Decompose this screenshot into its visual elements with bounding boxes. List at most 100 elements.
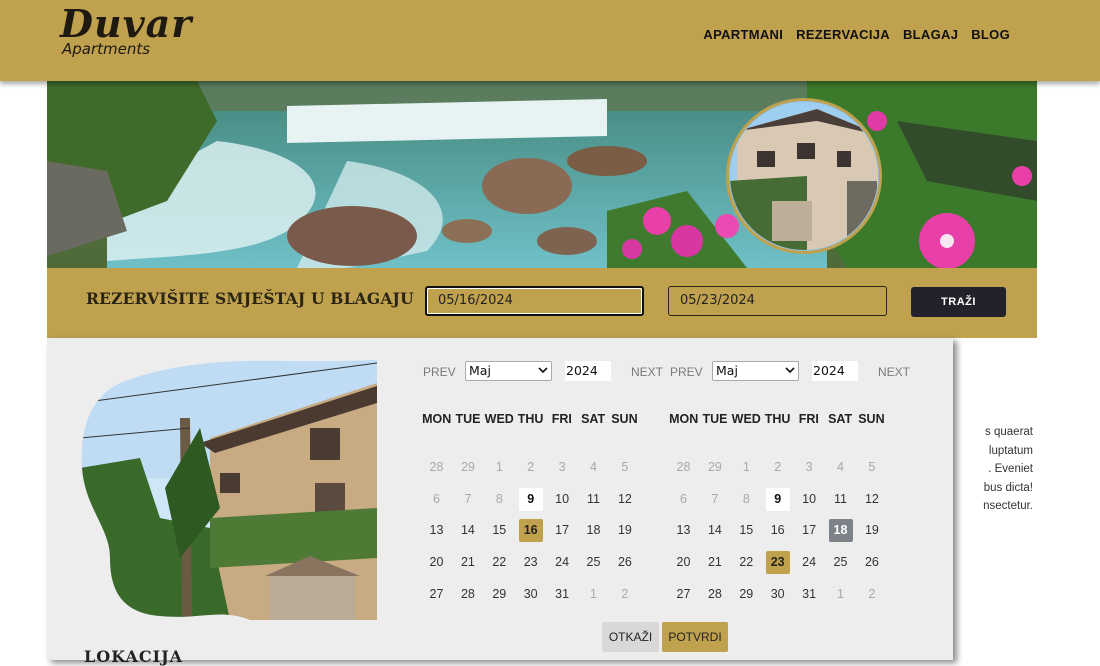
calendar-day[interactable]: 8 bbox=[734, 488, 758, 511]
calendar-day[interactable]: 3 bbox=[797, 456, 821, 479]
calendar-day[interactable]: 6 bbox=[425, 488, 449, 511]
check-out-date-input[interactable]: 05/23/2024 bbox=[668, 286, 887, 316]
calendar-day[interactable]: 17 bbox=[550, 519, 574, 542]
logo[interactable]: Duvar Apartments bbox=[60, 2, 192, 59]
calendar-day[interactable]: 11 bbox=[829, 488, 853, 511]
calendar-day[interactable]: 2 bbox=[766, 456, 790, 479]
nav-link-apartmani[interactable]: APARTMANI bbox=[703, 27, 783, 42]
calendar-day[interactable]: 28 bbox=[425, 456, 449, 479]
main-nav: APARTMANI REZERVACIJA BLAGAJ BLOG bbox=[703, 27, 1010, 42]
calendar-day[interactable]: 16 bbox=[766, 519, 790, 542]
weekday-label: MON bbox=[669, 412, 699, 426]
calendar-day[interactable]: 31 bbox=[797, 583, 821, 606]
calendar-day[interactable]: 8 bbox=[487, 488, 511, 511]
calendar-day[interactable]: 28 bbox=[456, 583, 480, 606]
weekday-header: MON TUE WED THU FRI SAT SUN bbox=[421, 412, 640, 426]
calendar-day[interactable]: 1 bbox=[582, 583, 606, 606]
confirm-button[interactable]: POTVRDI bbox=[662, 622, 728, 652]
calendar-day[interactable]: 2 bbox=[860, 583, 884, 606]
calendar-day[interactable]: 13 bbox=[425, 519, 449, 542]
calendar-day[interactable]: 13 bbox=[672, 519, 696, 542]
calendar-day[interactable]: 12 bbox=[860, 488, 884, 511]
calendar-day[interactable]: 20 bbox=[672, 551, 696, 574]
calendar-day[interactable]: 18 bbox=[582, 519, 606, 542]
nav-link-blog[interactable]: BLOG bbox=[971, 27, 1010, 42]
weekday-label: SAT bbox=[828, 412, 853, 426]
calendar-day[interactable]: 28 bbox=[672, 456, 696, 479]
calendar-day[interactable]: 15 bbox=[487, 519, 511, 542]
calendar-day[interactable]: 3 bbox=[550, 456, 574, 479]
calendar-day[interactable]: 19 bbox=[860, 519, 884, 542]
chevron-down-icon bbox=[538, 367, 548, 374]
calendar-day[interactable]: 11 bbox=[582, 488, 606, 511]
calendar-day[interactable]: 21 bbox=[703, 551, 727, 574]
month-select[interactable]: Maj bbox=[712, 361, 799, 381]
calendar-day[interactable]: 10 bbox=[550, 488, 574, 511]
calendar-day[interactable]: 7 bbox=[456, 488, 480, 511]
calendar-day[interactable]: 29 bbox=[456, 456, 480, 479]
calendar-day[interactable]: 9 bbox=[765, 487, 790, 511]
prev-month-button[interactable]: PREV bbox=[423, 365, 456, 379]
calendar-day[interactable]: 4 bbox=[582, 456, 606, 479]
calendar-day[interactable]: 1 bbox=[487, 456, 511, 479]
prev-month-button[interactable]: PREV bbox=[670, 365, 703, 379]
calendar-day[interactable]: 2 bbox=[519, 456, 543, 479]
calendar-day[interactable]: 23 bbox=[765, 551, 790, 575]
calendar-day[interactable]: 28 bbox=[703, 583, 727, 606]
cancel-button[interactable]: OTKAŽI bbox=[602, 622, 659, 652]
date-range-picker: PREV Maj 2024 NEXT MON TUE WED THU FRI SAT SUN… bbox=[47, 338, 953, 666]
calendar-day[interactable]: 22 bbox=[734, 551, 758, 574]
calendar-day[interactable]: 19 bbox=[613, 519, 637, 542]
year-input[interactable]: 2024 bbox=[812, 361, 858, 381]
calendar-day[interactable]: 14 bbox=[456, 519, 480, 542]
calendar-day[interactable]: 1 bbox=[734, 456, 758, 479]
chevron-down-icon bbox=[785, 367, 795, 374]
calendar-day[interactable]: 23 bbox=[519, 551, 543, 574]
calendar-day[interactable]: 16 bbox=[518, 519, 543, 543]
calendar-day[interactable]: 20 bbox=[425, 551, 449, 574]
calendar-day[interactable]: 21 bbox=[456, 551, 480, 574]
calendar-day[interactable]: 9 bbox=[518, 487, 543, 511]
calendar-day[interactable]: 29 bbox=[734, 583, 758, 606]
calendar-day[interactable]: 24 bbox=[550, 551, 574, 574]
calendar-day[interactable]: 12 bbox=[613, 488, 637, 511]
calendar-day[interactable]: 26 bbox=[613, 551, 637, 574]
calendar-day[interactable]: 17 bbox=[797, 519, 821, 542]
check-in-date-input[interactable]: 05/16/2024 bbox=[425, 286, 644, 316]
calendar-day[interactable]: 25 bbox=[582, 551, 606, 574]
calendar-day[interactable]: 15 bbox=[734, 519, 758, 542]
nav-link-blagaj[interactable]: BLAGAJ bbox=[903, 27, 958, 42]
calendar-day[interactable]: 29 bbox=[487, 583, 511, 606]
calendar-day[interactable]: 30 bbox=[766, 583, 790, 606]
calendar-day[interactable]: 14 bbox=[703, 519, 727, 542]
calendar-day[interactable]: 6 bbox=[672, 488, 696, 511]
weekday-label: SUN bbox=[611, 412, 638, 426]
calendar-day[interactable]: 24 bbox=[797, 551, 821, 574]
calendar-nav: PREV Maj 2024 NEXT bbox=[668, 360, 916, 382]
calendar-day[interactable]: 30 bbox=[519, 583, 543, 606]
calendar-day[interactable]: 25 bbox=[829, 551, 853, 574]
calendar-day[interactable]: 29 bbox=[703, 456, 727, 479]
intro-text: s quaerat luptatum . Eveniet bus dicta! … bbox=[953, 423, 1033, 516]
intro-text-line: nsectetur. bbox=[983, 500, 1033, 512]
year-input[interactable]: 2024 bbox=[565, 361, 611, 381]
calendar-day[interactable]: 7 bbox=[703, 488, 727, 511]
calendar-day[interactable]: 26 bbox=[860, 551, 884, 574]
search-button[interactable]: TRAŽI bbox=[911, 287, 1006, 317]
next-month-button[interactable]: NEXT bbox=[631, 365, 663, 379]
calendar-day[interactable]: 5 bbox=[860, 456, 884, 479]
calendar-day[interactable]: 18 bbox=[828, 519, 853, 543]
calendar-day[interactable]: 1 bbox=[829, 583, 853, 606]
nav-link-rezervacija[interactable]: REZERVACIJA bbox=[796, 27, 890, 42]
calendar-day[interactable]: 2 bbox=[613, 583, 637, 606]
calendar-day[interactable]: 22 bbox=[487, 551, 511, 574]
weekday-label: WED bbox=[731, 412, 761, 426]
calendar-day[interactable]: 27 bbox=[425, 583, 449, 606]
calendar-day[interactable]: 5 bbox=[613, 456, 637, 479]
calendar-day[interactable]: 4 bbox=[829, 456, 853, 479]
calendar-day[interactable]: 31 bbox=[550, 583, 574, 606]
month-select[interactable]: Maj bbox=[465, 361, 552, 381]
calendar-day[interactable]: 27 bbox=[672, 583, 696, 606]
next-month-button[interactable]: NEXT bbox=[878, 365, 910, 379]
calendar-day[interactable]: 10 bbox=[797, 488, 821, 511]
